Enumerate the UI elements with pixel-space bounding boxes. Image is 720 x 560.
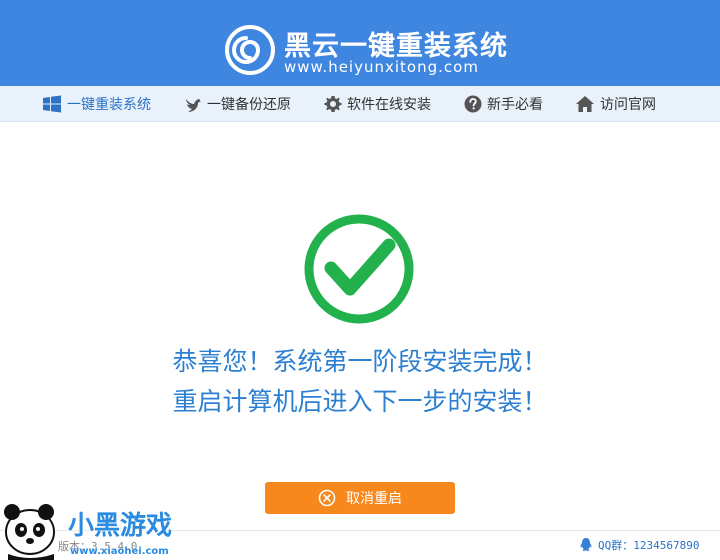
restart-message: 重启计算机后进入下一步的安装！ [172,387,548,416]
cancel-restart-label: 取消重启 [346,491,402,507]
nav-label: 新手必看 [487,97,543,113]
gear-icon [324,96,342,112]
qq-penguin-icon [580,538,592,551]
app-url: www.heiyunxitong.com [284,58,479,76]
nav-label: 访问官网 [600,97,656,113]
success-check-icon [304,214,414,324]
nav-item-one-click-reinstall[interactable]: 一键重装系统 [42,86,151,122]
nav-item-software-install[interactable]: 软件在线安装 [324,86,431,122]
close-circle-icon [318,489,336,507]
logo: 黑云一键重装系统 www.heiyunxitong.com [224,20,524,80]
cancel-restart-button[interactable]: 取消重启 [265,482,455,514]
nav-bar: 一键重装系统 一键备份还原 软件在线安装 新手必看 访问官网 [0,86,720,122]
nav-label: 软件在线安装 [347,97,431,113]
watermark-url: www.xiaohei.com [70,546,169,557]
nav-label: 一键重装系统 [67,97,151,113]
windows-icon [43,95,61,113]
bird-icon [186,99,201,112]
qq-group-text: QQ群：1234567890 [598,539,700,552]
app-header: 黑云一键重装系统 www.heiyunxitong.com [0,0,720,86]
nav-item-beginners-guide[interactable]: 新手必看 [464,86,543,122]
nav-item-official-site[interactable]: 访问官网 [575,86,656,122]
home-icon [576,96,594,112]
success-message: 恭喜您！系统第一阶段安装完成！ [172,347,548,376]
watermark-logo: 小黑游戏 www.xiaohei.com [4,504,173,560]
qq-group[interactable]: QQ群：1234567890 [578,534,699,556]
help-icon [464,95,482,113]
nav-item-backup-restore[interactable]: 一键备份还原 [184,86,291,122]
spiral-logo-icon [225,25,275,75]
nav-label: 一键备份还原 [207,97,291,113]
watermark-brand: 小黑游戏 [68,511,172,541]
